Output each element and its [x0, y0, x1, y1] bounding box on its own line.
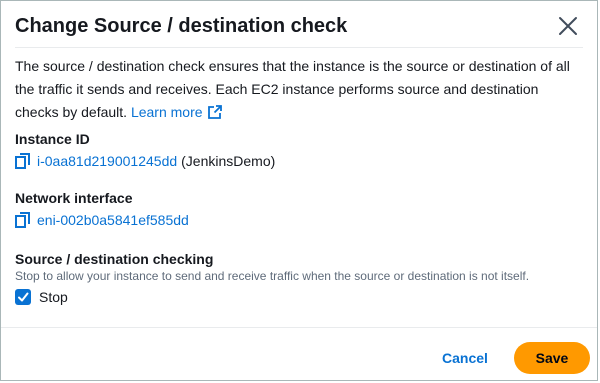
learn-more-link[interactable]: Learn more	[130, 104, 223, 120]
network-interface-row: eni-002b0a5841ef585dd	[15, 212, 189, 228]
copy-icon[interactable]	[15, 212, 31, 228]
stop-checkbox-label: Stop	[39, 289, 68, 305]
footer-divider	[1, 327, 597, 328]
instance-id-label: Instance ID	[15, 131, 90, 147]
stop-checkbox-row: Stop	[15, 289, 583, 305]
network-interface-link[interactable]: eni-002b0a5841ef585dd	[37, 212, 189, 228]
learn-more-label: Learn more	[130, 104, 203, 120]
copy-icon[interactable]	[15, 153, 31, 169]
source-dest-checking-section: Source / destination checking Stop to al…	[15, 251, 583, 305]
modal-dialog: Change Source / destination check The so…	[0, 0, 598, 381]
external-link-icon	[208, 105, 223, 119]
network-interface-label: Network interface	[15, 190, 133, 206]
stop-checkbox[interactable]	[15, 289, 31, 305]
modal-header: Change Source / destination check	[15, 13, 583, 48]
network-interface-section: Network interface eni-002b0a5841ef585dd	[15, 190, 189, 228]
modal-body: The source / destination check ensures t…	[15, 55, 583, 124]
source-dest-checking-hint: Stop to allow your instance to send and …	[15, 269, 530, 283]
modal-title: Change Source / destination check	[15, 15, 348, 37]
save-button[interactable]: Save	[514, 342, 590, 374]
instance-id-link[interactable]: i-0aa81d219001245dd	[37, 153, 177, 169]
close-button[interactable]	[555, 13, 581, 39]
instance-name: (JenkinsDemo)	[181, 153, 276, 169]
source-dest-checking-label: Source / destination checking	[15, 251, 214, 267]
cancel-button[interactable]: Cancel	[442, 346, 488, 370]
close-icon	[559, 17, 577, 35]
instance-id-row: i-0aa81d219001245dd (JenkinsDemo)	[15, 153, 275, 169]
instance-id-section: Instance ID i-0aa81d219001245dd (Jenkins…	[15, 131, 275, 169]
checkmark-icon	[18, 292, 29, 302]
description-text: The source / destination check ensures t…	[15, 58, 570, 120]
description: The source / destination check ensures t…	[15, 55, 583, 124]
